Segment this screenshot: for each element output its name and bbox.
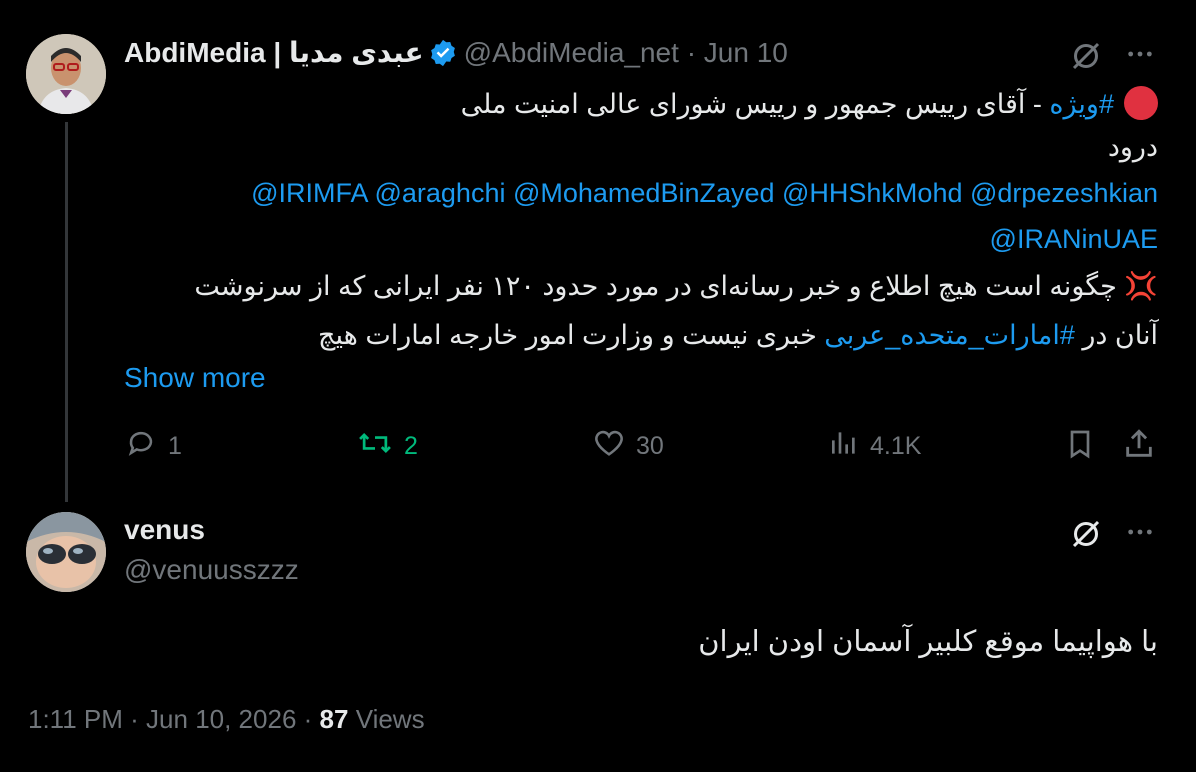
grok-icon[interactable] <box>1068 516 1104 557</box>
author-name[interactable]: AbdiMedia | عبدی مدیا <box>124 37 424 68</box>
mentions-line-1[interactable]: @IRIMFA @araghchi @MohamedBinZayed @HHSh… <box>251 178 1158 209</box>
like-button[interactable]: 30 <box>592 426 664 467</box>
reply-views-label: Views <box>355 704 425 734</box>
reply-button[interactable]: 1 <box>124 426 182 467</box>
avatar[interactable] <box>26 34 106 114</box>
like-icon <box>592 426 626 467</box>
thread-connector <box>65 122 68 502</box>
views-button[interactable]: 4.1K <box>828 426 921 467</box>
tweet-text: آنان در <box>1074 320 1158 350</box>
mentions-line-2[interactable]: @IRANinUAE <box>990 224 1158 255</box>
reply-date[interactable]: Jun 10, 2026 <box>146 704 296 734</box>
bookmark-icon <box>1064 426 1096 469</box>
reply-count: 1 <box>168 432 182 460</box>
red-circle-icon <box>1124 86 1158 120</box>
hashtag-link[interactable]: #ویژه <box>1049 89 1114 119</box>
reply-text: با هواپیما موقع کلبیر آسمان اودن ایران <box>698 626 1158 658</box>
grok-icon[interactable] <box>1068 38 1104 79</box>
hashtag-link[interactable]: #امارات_متحده_عربی <box>824 320 1075 350</box>
tweet-text: خبری نیست و وزارت امور خارجه امارات هیچ <box>318 320 825 350</box>
retweet-button[interactable]: 2 <box>356 426 418 467</box>
author-handle[interactable]: @AbdiMedia_net <box>464 37 679 68</box>
bookmark-button[interactable] <box>1064 426 1096 469</box>
more-icon[interactable] <box>1124 38 1156 75</box>
tweet-header: AbdiMedia | عبدی مدیا @AbdiMedia_net · Ju… <box>124 36 788 75</box>
reply-author-name[interactable]: venus <box>124 514 205 546</box>
reply-icon <box>124 426 158 467</box>
views-count: 4.1K <box>870 432 922 460</box>
like-count: 30 <box>636 432 664 460</box>
tweet-line-1: #ویژه - آقای رییس جمهور و رییس شورای عال… <box>461 86 1158 120</box>
reply-meta: 1:11 PM · Jun 10, 2026 · 87 Views <box>28 704 425 735</box>
more-icon[interactable] <box>1124 516 1156 553</box>
separator: · <box>130 704 139 734</box>
tweet-line-5: 💢 چگونه است هیچ اطلاع و خبر رسانه‌ای در … <box>194 271 1158 301</box>
retweet-count: 2 <box>404 432 418 460</box>
verified-badge-icon <box>428 38 458 75</box>
reply-time[interactable]: 1:11 PM <box>28 704 123 734</box>
share-icon <box>1122 426 1156 469</box>
tweet-date[interactable]: Jun 10 <box>704 37 788 68</box>
separator: · <box>303 704 313 734</box>
tweet-line-2: درود <box>1107 132 1158 162</box>
tweet-text: - آقای رییس جمهور و رییس شورای عالی امنی… <box>460 89 1050 119</box>
share-button[interactable] <box>1122 426 1156 469</box>
separator: · <box>686 37 697 68</box>
show-more-link[interactable]: Show more <box>124 362 266 394</box>
reply-views-count: 87 <box>319 704 349 734</box>
avatar[interactable] <box>26 512 106 592</box>
tweet-line-6: آنان در #امارات_متحده_عربی خبری نیست و و… <box>318 320 1158 351</box>
views-icon <box>828 426 860 467</box>
reply-author-handle[interactable]: @venuusszzz <box>124 554 299 586</box>
retweet-icon <box>356 426 394 467</box>
